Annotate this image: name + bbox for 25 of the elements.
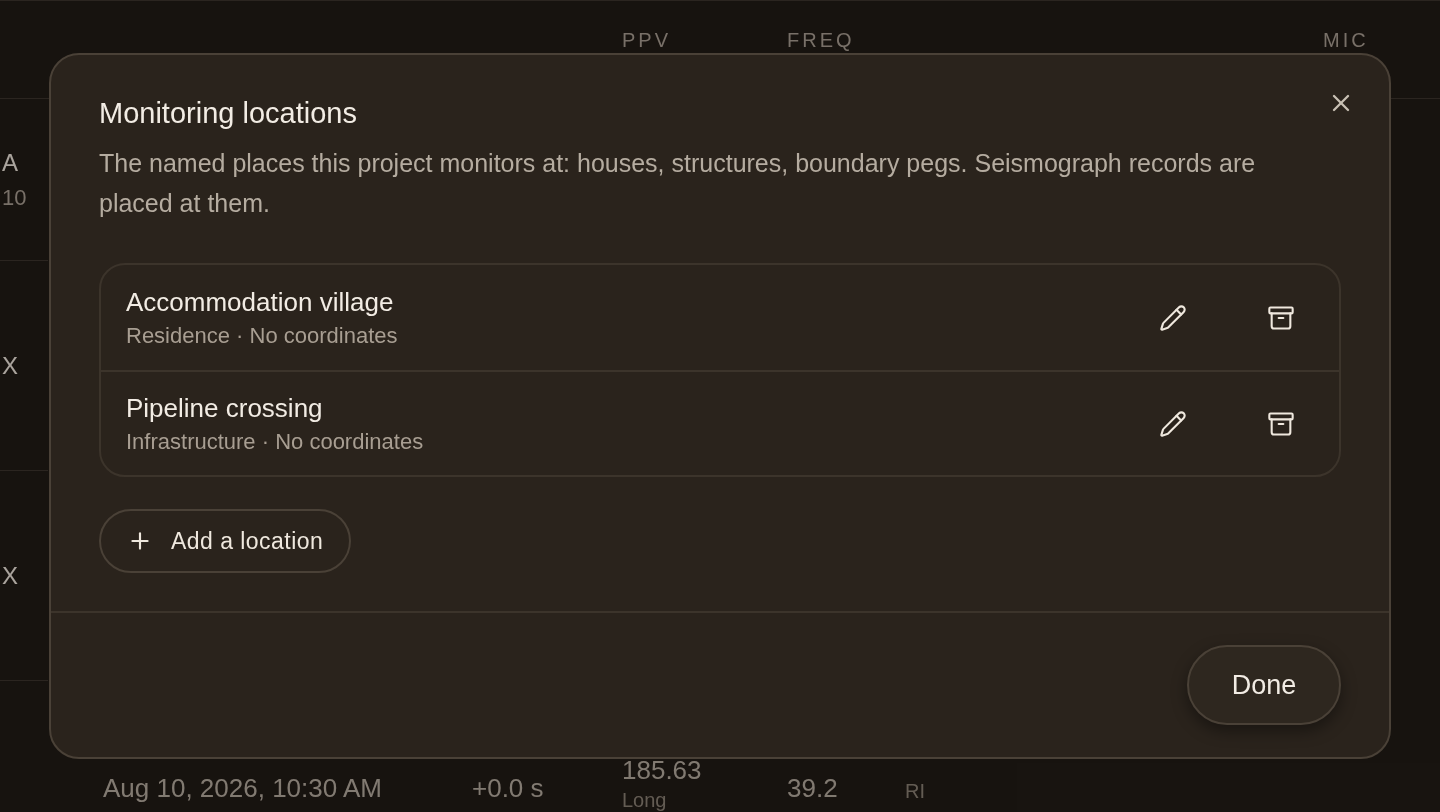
- archive-icon: [1267, 409, 1295, 438]
- table-cell: Aug 10, 2026, 10:30 AM: [103, 773, 382, 803]
- done-button[interactable]: Done: [1187, 645, 1341, 725]
- dialog-description: The named places this project monitors at: houses, structures, boundary pegs. Seismograph records are placed at them.: [99, 148, 1257, 219]
- table-cell-text: Long: [622, 788, 667, 812]
- table-cell-text: A: [2, 148, 19, 178]
- table-cell: 39.2: [787, 773, 838, 803]
- table-cell-text: X: [2, 560, 18, 591]
- column-header: PPV: [622, 29, 672, 51]
- location-details: Residence · No coordinates: [126, 321, 399, 350]
- table-cell-text: 10: [2, 184, 27, 212]
- column-header: FREQ: [787, 29, 855, 51]
- dialog-title: Monitoring locations: [99, 96, 358, 131]
- location-details: Infrastructure · No coordinates: [126, 427, 425, 456]
- pencil-icon: [1159, 409, 1187, 438]
- pencil-icon: [1159, 303, 1187, 332]
- table-cell-text: 185.63: [622, 754, 702, 787]
- table-cell: +0.0 s: [472, 773, 544, 803]
- table-cell-text: X: [2, 350, 18, 381]
- location-name: Accommodation village: [126, 285, 395, 319]
- table-cell-text: RI: [905, 779, 925, 804]
- column-header: MIC: [1323, 29, 1369, 51]
- add-location-button[interactable]: Add a location: [99, 509, 352, 573]
- archive-icon: [1267, 303, 1295, 332]
- location-name: Pipeline crossing: [126, 391, 324, 425]
